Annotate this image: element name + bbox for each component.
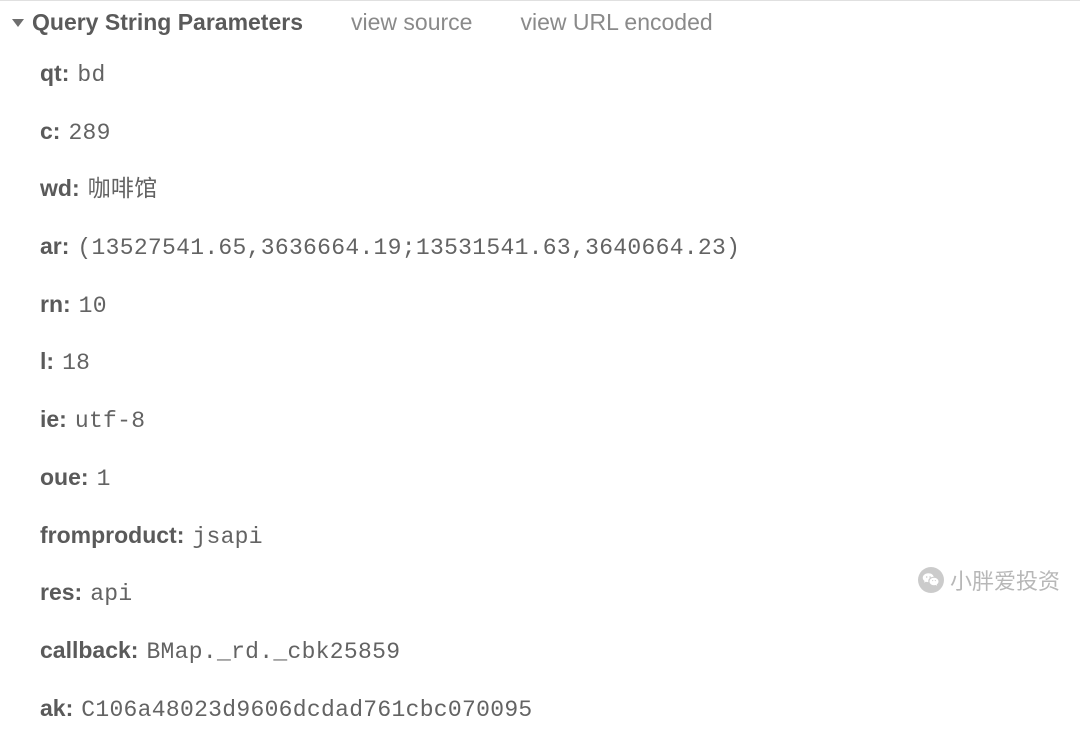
param-value: utf-8 (75, 400, 146, 444)
param-value: C106a48023d9606dcdad761cbc070095 (81, 689, 532, 733)
view-source-link[interactable]: view source (351, 9, 472, 36)
param-row: l: 18 (40, 334, 1080, 392)
param-value: 18 (62, 342, 90, 386)
section-header: Query String Parameters view source view… (0, 0, 1080, 44)
watermark-text: 小胖爱投资 (950, 564, 1060, 596)
param-row: qt: bd (40, 46, 1080, 104)
param-key: callback: (40, 629, 138, 673)
wechat-icon (918, 567, 944, 593)
param-row: oue: 1 (40, 450, 1080, 508)
param-row: callback: BMap._rd._cbk25859 (40, 623, 1080, 681)
param-value: 1 (97, 458, 111, 502)
param-value: (13527541.65,3636664.19;13531541.63,3640… (77, 227, 740, 271)
param-value: 咖啡馆 (88, 169, 158, 213)
param-key: ar: (40, 225, 69, 269)
chevron-down-icon[interactable] (12, 19, 24, 27)
param-key: qt: (40, 52, 69, 96)
param-row: wd: 咖啡馆 (40, 161, 1080, 219)
param-key: fromproduct: (40, 514, 184, 558)
param-value: BMap._rd._cbk25859 (146, 631, 400, 675)
param-row: ak: C106a48023d9606dcdad761cbc070095 (40, 681, 1080, 738)
param-row: rn: 10 (40, 277, 1080, 335)
param-key: ak: (40, 687, 73, 731)
param-row: fromproduct: jsapi (40, 508, 1080, 566)
param-value: 10 (79, 285, 107, 329)
param-key: wd: (40, 167, 80, 211)
param-row: ar: (13527541.65,3636664.19;13531541.63,… (40, 219, 1080, 277)
param-value: api (90, 573, 132, 617)
param-value: jsapi (192, 516, 263, 560)
param-key: c: (40, 110, 60, 154)
param-row: c: 289 (40, 104, 1080, 162)
watermark: 小胖爱投资 (918, 564, 1060, 596)
param-key: ie: (40, 398, 67, 442)
param-key: oue: (40, 456, 89, 500)
param-key: rn: (40, 283, 71, 327)
param-key: res: (40, 571, 82, 615)
view-url-encoded-link[interactable]: view URL encoded (520, 9, 712, 36)
param-row: ie: utf-8 (40, 392, 1080, 450)
param-value: bd (77, 54, 105, 98)
param-value: 289 (68, 112, 110, 156)
section-title: Query String Parameters (32, 9, 303, 36)
param-key: l: (40, 340, 54, 384)
